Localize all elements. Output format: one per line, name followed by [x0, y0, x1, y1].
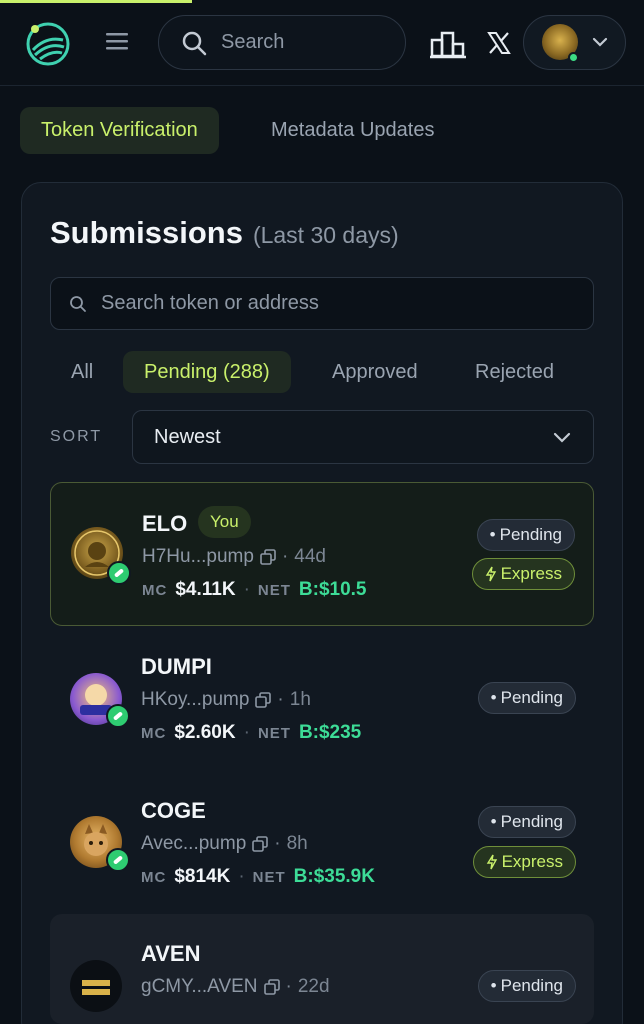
address-text: Avec...pump: [141, 833, 247, 854]
app-logo-icon[interactable]: [24, 20, 72, 68]
tab-metadata-updates[interactable]: Metadata Updates: [250, 107, 455, 154]
filter-rejected[interactable]: Rejected: [475, 351, 554, 393]
net-value: B:$35.9K: [293, 866, 375, 887]
status-badge: • Pending: [477, 806, 576, 838]
verified-pill-icon: [106, 704, 130, 728]
you-badge: You: [198, 506, 251, 538]
token-search-input[interactable]: Search token or address: [50, 277, 594, 330]
token-row-elo[interactable]: ELO You H7Hu...pump · 44d MC $4.11K · NE…: [50, 482, 594, 626]
status-badge: • Pending: [477, 970, 576, 1002]
mc-label: MC: [141, 868, 167, 886]
menu-icon[interactable]: [104, 30, 130, 52]
header-search[interactable]: Search: [158, 15, 406, 70]
token-address: HKoy...pump · 1h: [141, 689, 311, 710]
status-text: Pending: [500, 688, 563, 707]
express-text: Express: [500, 564, 562, 583]
market-cap: $4.11K: [175, 579, 236, 600]
sort-label: SORT: [50, 428, 103, 445]
copy-icon[interactable]: [260, 549, 276, 565]
verified-pill-icon: [107, 561, 131, 585]
token-name: COGE: [141, 798, 206, 823]
search-icon: [70, 295, 86, 312]
filter-approved[interactable]: Approved: [332, 351, 418, 393]
net-label: NET: [257, 581, 291, 599]
lightning-icon: [486, 854, 497, 870]
online-status-dot: [568, 52, 579, 63]
lightning-icon: [485, 566, 496, 582]
token-search-placeholder: Search token or address: [101, 292, 319, 314]
token-stats: MC $814K · NET B:$35.9K: [141, 866, 375, 887]
status-badge: • Pending: [476, 519, 575, 551]
express-badge: Express: [472, 846, 576, 878]
express-badge: Express: [471, 558, 575, 590]
submissions-heading: Submissions (Last 30 days): [50, 215, 399, 251]
header-search-placeholder: Search: [221, 31, 285, 53]
address-text: gCMY...AVEN: [141, 976, 258, 997]
status-text: Pending: [499, 525, 562, 544]
token-stats: MC $4.11K · NET B:$10.5: [142, 579, 367, 600]
market-cap: $814K: [174, 866, 231, 887]
copy-icon[interactable]: [255, 692, 272, 708]
mc-label: MC: [141, 724, 167, 742]
net-label: NET: [257, 724, 291, 742]
token-name: DUMPI: [141, 654, 212, 679]
x-social-icon[interactable]: [486, 30, 512, 56]
status-badge: • Pending: [477, 682, 576, 714]
token-row-coge[interactable]: COGE Avec...pump · 8h MC $814K · NET B:$…: [50, 786, 594, 906]
token-age: 44d: [294, 546, 326, 567]
address-text: H7Hu...pump: [142, 546, 254, 567]
token-age: 22d: [297, 976, 330, 997]
filter-pending[interactable]: Pending (288): [123, 351, 291, 393]
address-text: HKoy...pump: [141, 689, 250, 710]
token-address: gCMY...AVEN · 22d: [141, 976, 330, 997]
copy-icon[interactable]: [263, 979, 280, 995]
net-value: B:$235: [298, 722, 362, 743]
token-name: ELO: [142, 511, 188, 536]
market-cap: $2.60K: [174, 722, 236, 743]
token-age: 1h: [289, 689, 311, 710]
sort-value: Newest: [154, 425, 221, 448]
page-subtitle: (Last 30 days): [252, 222, 399, 248]
net-label: NET: [252, 868, 286, 886]
token-stats: MC $2.60K · NET B:$235: [141, 722, 362, 743]
chevron-down-icon: [592, 37, 608, 47]
token-avatar-aven: [70, 960, 122, 1012]
mc-label: MC: [142, 581, 168, 599]
token-row-aven[interactable]: AVEN gCMY...AVEN · 22d • Pending: [50, 914, 594, 1024]
account-menu-button[interactable]: [523, 15, 626, 70]
token-address: H7Hu...pump · 44d: [142, 546, 326, 567]
status-text: Pending: [500, 976, 563, 995]
token-name: AVEN: [141, 941, 201, 966]
token-address: Avec...pump · 8h: [141, 833, 308, 854]
net-value: B:$10.5: [298, 579, 367, 600]
chevron-down-icon: [553, 432, 571, 443]
leaderboard-icon[interactable]: [430, 27, 466, 59]
copy-icon[interactable]: [252, 836, 269, 852]
filter-all[interactable]: All: [71, 351, 93, 393]
page-title: Submissions: [50, 215, 243, 250]
token-age: 8h: [286, 833, 308, 854]
token-row-dumpi[interactable]: DUMPI HKoy...pump · 1h MC $2.60K · NET B…: [50, 642, 594, 770]
search-icon: [182, 31, 207, 55]
top-header: Search: [0, 0, 644, 86]
tab-token-verification[interactable]: Token Verification: [20, 107, 219, 154]
sort-dropdown[interactable]: Newest: [132, 410, 594, 464]
verified-pill-icon: [106, 848, 130, 872]
status-text: Pending: [500, 812, 563, 831]
express-text: Express: [501, 852, 563, 871]
